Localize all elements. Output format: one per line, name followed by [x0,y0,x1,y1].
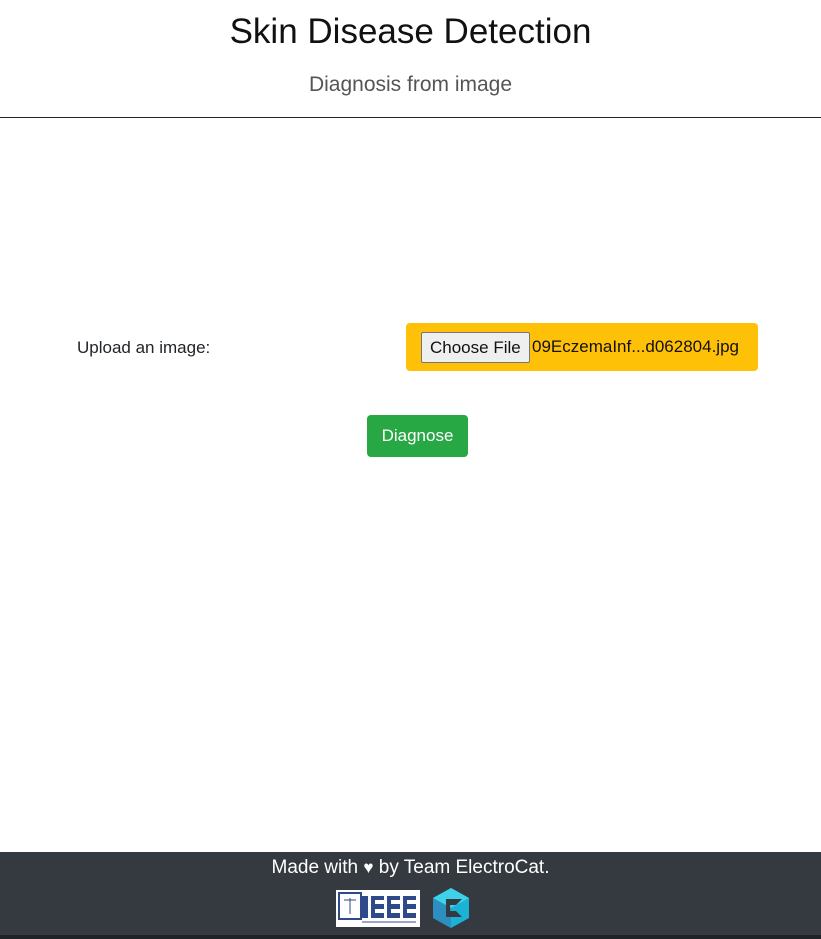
footer-credit: Made with ♥ by Team ElectroCat. [0,856,821,880]
heart-icon: ♥ [363,858,374,877]
file-input-container: Choose File 09EczemaInf...d062804.jpg [406,323,758,371]
electrocat-logo [432,887,470,929]
page-title: Skin Disease Detection [229,12,592,51]
footer-logos [0,887,821,931]
ieee-logo [336,890,420,927]
footer-text-before: Made with [271,857,359,878]
upload-label: Upload an image: [77,338,211,357]
selected-file-name: 09EczemaInf...d062804.jpg [532,337,739,356]
page-subtitle: Diagnosis from image [308,73,513,96]
page: Skin Disease Detection Diagnosis from im… [0,0,821,939]
choose-file-button[interactable]: Choose File [421,332,530,363]
footer-bottom-border [0,935,821,939]
footer-text-after: by Team ElectroCat. [378,857,550,878]
site-header: Skin Disease Detection Diagnosis from im… [0,0,821,118]
diagnose-button[interactable]: Diagnose [367,415,468,457]
site-footer: Made with ♥ by Team ElectroCat. [0,852,821,939]
